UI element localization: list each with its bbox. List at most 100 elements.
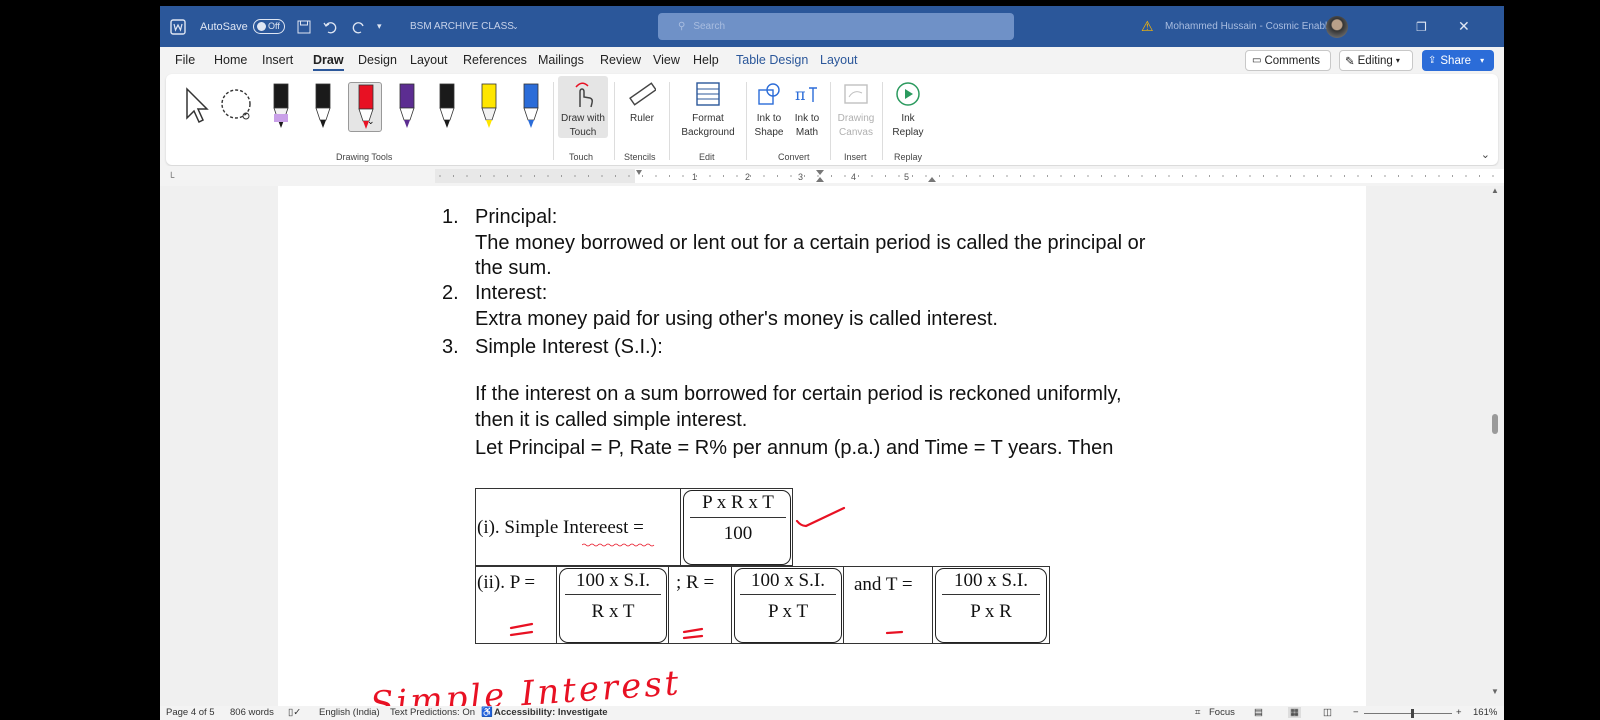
drawing-canvas-button[interactable]: Drawing Canvas <box>834 76 878 140</box>
horizontal-ruler[interactable]: 1 2 3 4 5 └ <box>160 166 1504 186</box>
accessibility-icon[interactable]: ♿ <box>481 707 493 718</box>
focus-icon[interactable]: ⌗ <box>1195 707 1200 718</box>
editing-mode-button[interactable]: ✎ Editing ▾ <box>1339 50 1413 71</box>
lasso-select-icon[interactable] <box>218 88 256 129</box>
text-predictions-status[interactable]: Text Predictions: On <box>390 707 475 718</box>
group-label-replay: Replay <box>894 152 923 162</box>
ruler-number: 2 <box>745 172 750 182</box>
document-canvas: 1. Principal: The money borrowed or lent… <box>160 186 1504 720</box>
ruler-label: Ruler <box>630 113 654 124</box>
read-mode-icon[interactable]: ▤ <box>1254 707 1263 718</box>
language-status[interactable]: English (India) <box>319 707 380 718</box>
document-name[interactable]: BSM ARCHIVE CLASS <box>410 6 514 47</box>
redo-icon[interactable] <box>352 6 366 47</box>
avatar[interactable] <box>1326 6 1348 47</box>
group-label-touch: Touch <box>569 152 594 162</box>
autosave-label: AutoSave <box>200 20 248 33</box>
tab-review[interactable]: Review <box>600 53 641 67</box>
select-arrow-icon[interactable] <box>182 86 210 129</box>
ink-tick-mark <box>795 506 846 528</box>
ink-to-shape-button[interactable]: Ink to Shape <box>751 76 787 140</box>
word-count[interactable]: 806 words <box>230 707 274 718</box>
tab-home[interactable]: Home <box>214 53 247 67</box>
page-count[interactable]: Page 4 of 5 <box>166 707 215 718</box>
draw-with-touch-label: Draw with Touch <box>561 113 605 138</box>
group-label-edit: Edit <box>699 152 715 162</box>
selected-pen-icon[interactable] <box>348 82 382 132</box>
user-name[interactable]: Mohammed Hussain - Cosmic Enablers <box>1165 6 1341 47</box>
status-bar: Page 4 of 5 806 words ▯✓ English (India)… <box>160 706 1504 720</box>
comments-button[interactable]: ▭ Comments <box>1245 50 1331 71</box>
tab-table-design[interactable]: Table Design <box>736 53 808 67</box>
search-box[interactable]: ⚲ Search <box>658 6 1014 47</box>
ink-to-shape-label: Ink to Shape <box>754 113 784 138</box>
undo-icon[interactable] <box>323 6 337 47</box>
customize-qat-icon[interactable]: ▾ <box>377 6 382 47</box>
collapse-ribbon-icon[interactable]: ⌄ <box>1481 148 1490 161</box>
tab-draw[interactable]: Draw <box>313 53 344 71</box>
chevron-down-icon: ▾ <box>1395 56 1400 65</box>
print-layout-icon[interactable]: ▦ <box>1288 707 1301 718</box>
ink-replay-label: Ink Replay <box>892 113 924 138</box>
tab-design[interactable]: Design <box>358 53 397 67</box>
title-bar: AutoSave Off ▾ BSM ARCHIVE CLASS ⌄ ⚲ Sea… <box>160 6 1504 47</box>
zoom-slider-thumb[interactable] <box>1411 709 1414 718</box>
zoom-out-icon[interactable]: − <box>1353 707 1359 718</box>
pen-icon[interactable] <box>430 82 464 132</box>
close-icon[interactable]: ✕ <box>1458 6 1470 47</box>
group-label-stencils: Stencils <box>624 152 656 162</box>
warning-icon[interactable]: ⚠ <box>1141 6 1154 47</box>
tab-layout[interactable]: Layout <box>410 53 448 67</box>
format-background-icon <box>672 76 744 112</box>
tab-table-layout[interactable]: Layout <box>820 53 858 67</box>
pen-icon[interactable] <box>306 82 340 132</box>
ruler-number: 4 <box>851 172 856 182</box>
zoom-slider[interactable] <box>1364 709 1452 718</box>
pen-icon[interactable] <box>264 82 298 132</box>
zoom-in-icon[interactable]: + <box>1456 707 1462 718</box>
tab-help[interactable]: Help <box>693 53 719 67</box>
ruler-number: 1 <box>692 172 697 182</box>
save-icon[interactable] <box>297 6 311 47</box>
focus-label[interactable]: Focus <box>1209 707 1235 718</box>
ruler-number: 3 <box>798 172 803 182</box>
tab-mailings[interactable]: Mailings <box>538 53 584 67</box>
drawing-canvas-icon <box>834 76 878 112</box>
restore-icon[interactable]: ❐ <box>1416 6 1427 47</box>
web-layout-icon[interactable]: ◫ <box>1323 707 1332 718</box>
comment-icon: ▭ <box>1252 55 1262 66</box>
pencil-icon: ✎ <box>1345 55 1355 68</box>
ruler-icon <box>622 76 662 112</box>
scroll-down-icon[interactable]: ▼ <box>1491 687 1499 696</box>
tab-file[interactable]: File <box>175 53 195 67</box>
proofing-icon[interactable]: ▯✓ <box>288 707 301 718</box>
autosave-toggle[interactable]: Off <box>253 6 285 47</box>
share-chevron-icon: ▾ <box>1480 56 1485 65</box>
tab-references[interactable]: References <box>463 53 527 67</box>
share-button[interactable]: ⇪ Share ▾ <box>1422 50 1494 71</box>
pen-icon[interactable] <box>514 82 548 132</box>
tab-view[interactable]: View <box>653 53 680 67</box>
pen-options-chevron-icon[interactable]: ⌄ <box>367 116 375 127</box>
ink-to-math-button[interactable]: π Ink to Math <box>789 76 825 140</box>
document-page[interactable]: 1. Principal: The money borrowed or lent… <box>278 186 1366 720</box>
vertical-scrollbar[interactable]: ▲ ▼ <box>1490 186 1500 696</box>
ink-replay-button[interactable]: Ink Replay <box>888 76 928 140</box>
pen-icon[interactable] <box>472 82 506 132</box>
draw-with-touch-button[interactable]: Draw with Touch <box>558 76 608 138</box>
group-label-insert: Insert <box>844 152 867 162</box>
doc-name-chevron-icon[interactable]: ⌄ <box>512 6 519 47</box>
format-background-button[interactable]: Format Background <box>672 76 744 140</box>
accessibility-status[interactable]: Accessibility: Investigate <box>494 707 608 718</box>
group-label-convert: Convert <box>778 152 810 162</box>
tab-insert[interactable]: Insert <box>262 53 293 67</box>
autosave-state: Off <box>268 21 280 31</box>
ruler-button[interactable]: Ruler <box>622 76 662 126</box>
scroll-up-icon[interactable]: ▲ <box>1491 186 1499 195</box>
ink-to-math-icon: π <box>789 76 825 112</box>
zoom-level[interactable]: 161% <box>1473 707 1497 718</box>
scrollbar-thumb[interactable] <box>1492 414 1498 434</box>
pen-icon[interactable] <box>390 82 424 132</box>
drawing-canvas-label: Drawing Canvas <box>837 113 875 138</box>
comments-label: Comments <box>1264 54 1321 67</box>
